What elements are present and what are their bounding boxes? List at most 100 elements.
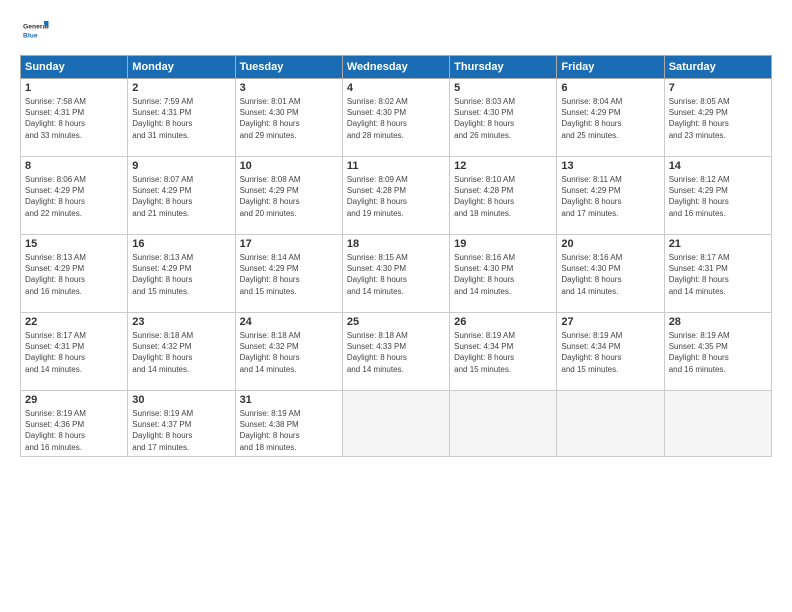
table-row: 1 Sunrise: 7:58 AMSunset: 4:31 PMDayligh… xyxy=(21,79,128,157)
svg-text:General: General xyxy=(23,24,48,31)
day-number: 9 xyxy=(132,160,230,172)
day-details: Sunrise: 8:13 AMSunset: 4:29 PMDaylight:… xyxy=(132,253,193,296)
day-number: 25 xyxy=(347,316,445,328)
col-header-friday: Friday xyxy=(557,56,664,79)
day-number: 4 xyxy=(347,82,445,94)
day-number: 15 xyxy=(25,238,123,250)
table-row: 14 Sunrise: 8:12 AMSunset: 4:29 PMDaylig… xyxy=(664,157,771,235)
table-row: 3 Sunrise: 8:01 AMSunset: 4:30 PMDayligh… xyxy=(235,79,342,157)
table-row: 27 Sunrise: 8:19 AMSunset: 4:34 PMDaylig… xyxy=(557,313,664,391)
table-row: 13 Sunrise: 8:11 AMSunset: 4:29 PMDaylig… xyxy=(557,157,664,235)
day-number: 20 xyxy=(561,238,659,250)
col-header-monday: Monday xyxy=(128,56,235,79)
table-row: 4 Sunrise: 8:02 AMSunset: 4:30 PMDayligh… xyxy=(342,79,449,157)
table-row: 24 Sunrise: 8:18 AMSunset: 4:32 PMDaylig… xyxy=(235,313,342,391)
calendar-week-2: 8 Sunrise: 8:06 AMSunset: 4:29 PMDayligh… xyxy=(21,157,772,235)
day-details: Sunrise: 8:11 AMSunset: 4:29 PMDaylight:… xyxy=(561,175,621,218)
day-details: Sunrise: 8:03 AMSunset: 4:30 PMDaylight:… xyxy=(454,97,515,140)
day-number: 24 xyxy=(240,316,338,328)
day-details: Sunrise: 8:14 AMSunset: 4:29 PMDaylight:… xyxy=(240,253,301,296)
table-row xyxy=(342,391,449,457)
calendar-week-4: 22 Sunrise: 8:17 AMSunset: 4:31 PMDaylig… xyxy=(21,313,772,391)
day-details: Sunrise: 8:16 AMSunset: 4:30 PMDaylight:… xyxy=(561,253,622,296)
day-number: 2 xyxy=(132,82,230,94)
day-number: 27 xyxy=(561,316,659,328)
svg-text:Blue: Blue xyxy=(23,33,38,40)
day-number: 3 xyxy=(240,82,338,94)
day-details: Sunrise: 8:02 AMSunset: 4:30 PMDaylight:… xyxy=(347,97,408,140)
table-row: 2 Sunrise: 7:59 AMSunset: 4:31 PMDayligh… xyxy=(128,79,235,157)
calendar-week-3: 15 Sunrise: 8:13 AMSunset: 4:29 PMDaylig… xyxy=(21,235,772,313)
table-row: 30 Sunrise: 8:19 AMSunset: 4:37 PMDaylig… xyxy=(128,391,235,457)
day-number: 19 xyxy=(454,238,552,250)
table-row: 7 Sunrise: 8:05 AMSunset: 4:29 PMDayligh… xyxy=(664,79,771,157)
day-number: 1 xyxy=(25,82,123,94)
calendar-week-5: 29 Sunrise: 8:19 AMSunset: 4:36 PMDaylig… xyxy=(21,391,772,457)
col-header-sunday: Sunday xyxy=(21,56,128,79)
col-header-thursday: Thursday xyxy=(450,56,557,79)
table-row: 9 Sunrise: 8:07 AMSunset: 4:29 PMDayligh… xyxy=(128,157,235,235)
day-details: Sunrise: 8:19 AMSunset: 4:34 PMDaylight:… xyxy=(561,331,622,374)
day-details: Sunrise: 8:13 AMSunset: 4:29 PMDaylight:… xyxy=(25,253,86,296)
table-row: 18 Sunrise: 8:15 AMSunset: 4:30 PMDaylig… xyxy=(342,235,449,313)
day-number: 29 xyxy=(25,394,123,406)
page: General Blue SundayMondayTuesdayWednesda… xyxy=(0,0,792,612)
table-row: 21 Sunrise: 8:17 AMSunset: 4:31 PMDaylig… xyxy=(664,235,771,313)
day-number: 7 xyxy=(669,82,767,94)
calendar-week-1: 1 Sunrise: 7:58 AMSunset: 4:31 PMDayligh… xyxy=(21,79,772,157)
day-number: 30 xyxy=(132,394,230,406)
day-details: Sunrise: 7:58 AMSunset: 4:31 PMDaylight:… xyxy=(25,97,86,140)
day-details: Sunrise: 8:19 AMSunset: 4:38 PMDaylight:… xyxy=(240,409,301,452)
day-details: Sunrise: 8:05 AMSunset: 4:29 PMDaylight:… xyxy=(669,97,730,140)
day-number: 5 xyxy=(454,82,552,94)
day-number: 16 xyxy=(132,238,230,250)
day-number: 23 xyxy=(132,316,230,328)
day-number: 18 xyxy=(347,238,445,250)
day-details: Sunrise: 8:17 AMSunset: 4:31 PMDaylight:… xyxy=(25,331,86,374)
table-row: 11 Sunrise: 8:09 AMSunset: 4:28 PMDaylig… xyxy=(342,157,449,235)
table-row: 12 Sunrise: 8:10 AMSunset: 4:28 PMDaylig… xyxy=(450,157,557,235)
day-details: Sunrise: 8:08 AMSunset: 4:29 PMDaylight:… xyxy=(240,175,301,218)
table-row: 10 Sunrise: 8:08 AMSunset: 4:29 PMDaylig… xyxy=(235,157,342,235)
day-details: Sunrise: 8:19 AMSunset: 4:35 PMDaylight:… xyxy=(669,331,730,374)
table-row: 23 Sunrise: 8:18 AMSunset: 4:32 PMDaylig… xyxy=(128,313,235,391)
table-row: 31 Sunrise: 8:19 AMSunset: 4:38 PMDaylig… xyxy=(235,391,342,457)
day-number: 12 xyxy=(454,160,552,172)
day-number: 28 xyxy=(669,316,767,328)
day-details: Sunrise: 8:19 AMSunset: 4:36 PMDaylight:… xyxy=(25,409,86,452)
table-row: 19 Sunrise: 8:16 AMSunset: 4:30 PMDaylig… xyxy=(450,235,557,313)
day-details: Sunrise: 8:18 AMSunset: 4:33 PMDaylight:… xyxy=(347,331,408,374)
col-header-saturday: Saturday xyxy=(664,56,771,79)
day-number: 6 xyxy=(561,82,659,94)
day-details: Sunrise: 8:16 AMSunset: 4:30 PMDaylight:… xyxy=(454,253,515,296)
header: General Blue xyxy=(20,15,772,45)
day-details: Sunrise: 8:04 AMSunset: 4:29 PMDaylight:… xyxy=(561,97,622,140)
day-number: 8 xyxy=(25,160,123,172)
day-number: 22 xyxy=(25,316,123,328)
col-header-tuesday: Tuesday xyxy=(235,56,342,79)
logo: General Blue xyxy=(20,15,50,45)
day-number: 31 xyxy=(240,394,338,406)
day-number: 26 xyxy=(454,316,552,328)
table-row: 8 Sunrise: 8:06 AMSunset: 4:29 PMDayligh… xyxy=(21,157,128,235)
col-header-wednesday: Wednesday xyxy=(342,56,449,79)
day-details: Sunrise: 8:19 AMSunset: 4:37 PMDaylight:… xyxy=(132,409,193,452)
table-row xyxy=(557,391,664,457)
day-details: Sunrise: 8:17 AMSunset: 4:31 PMDaylight:… xyxy=(669,253,730,296)
day-of-week-row: SundayMondayTuesdayWednesdayThursdayFrid… xyxy=(21,56,772,79)
day-number: 10 xyxy=(240,160,338,172)
day-number: 13 xyxy=(561,160,659,172)
day-details: Sunrise: 7:59 AMSunset: 4:31 PMDaylight:… xyxy=(132,97,193,140)
table-row: 28 Sunrise: 8:19 AMSunset: 4:35 PMDaylig… xyxy=(664,313,771,391)
table-row: 29 Sunrise: 8:19 AMSunset: 4:36 PMDaylig… xyxy=(21,391,128,457)
table-row: 15 Sunrise: 8:13 AMSunset: 4:29 PMDaylig… xyxy=(21,235,128,313)
day-details: Sunrise: 8:09 AMSunset: 4:28 PMDaylight:… xyxy=(347,175,408,218)
table-row xyxy=(664,391,771,457)
table-row: 22 Sunrise: 8:17 AMSunset: 4:31 PMDaylig… xyxy=(21,313,128,391)
day-number: 11 xyxy=(347,160,445,172)
general-blue-logo-icon: General Blue xyxy=(20,15,50,45)
table-row: 20 Sunrise: 8:16 AMSunset: 4:30 PMDaylig… xyxy=(557,235,664,313)
day-details: Sunrise: 8:12 AMSunset: 4:29 PMDaylight:… xyxy=(669,175,730,218)
calendar-body: 1 Sunrise: 7:58 AMSunset: 4:31 PMDayligh… xyxy=(21,79,772,457)
day-number: 21 xyxy=(669,238,767,250)
